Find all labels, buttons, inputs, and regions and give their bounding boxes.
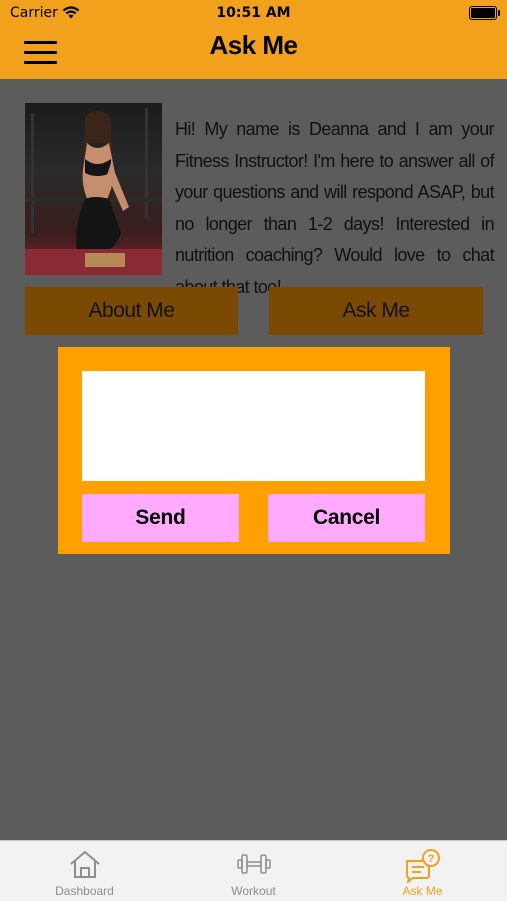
instructor-bio: Hi! My name is Deanna and I am your Fitn… xyxy=(175,119,495,297)
tab-workout[interactable]: Workout xyxy=(169,841,338,901)
about-me-button[interactable]: About Me xyxy=(25,287,238,335)
send-button[interactable]: Send xyxy=(82,494,239,542)
tab-ask-me[interactable]: ? Ask Me xyxy=(338,841,507,901)
page-title: Ask Me xyxy=(209,30,298,60)
house-icon xyxy=(68,849,102,884)
question-input[interactable] xyxy=(82,371,425,481)
clock: 10:51 AM xyxy=(216,5,291,21)
tab-label: Dashboard xyxy=(55,884,114,898)
tab-bar: Dashboard Workout ? Ask Me xyxy=(0,840,507,901)
tab-dashboard[interactable]: Dashboard xyxy=(0,841,169,901)
battery-icon xyxy=(469,6,500,20)
instructor-photo xyxy=(25,103,162,275)
ask-me-button[interactable]: Ask Me xyxy=(269,287,483,335)
status-bar: Carrier 10:51 AM xyxy=(0,5,507,25)
ask-question-dialog: Send Cancel xyxy=(58,347,450,554)
dumbbell-icon xyxy=(236,849,272,884)
chat-question-icon: ? xyxy=(404,849,442,888)
cancel-button[interactable]: Cancel xyxy=(268,494,425,542)
app-header: Carrier 10:51 AM Ask Me xyxy=(0,0,507,79)
tab-label: Workout xyxy=(231,884,276,898)
tab-label: Ask Me xyxy=(402,884,443,898)
svg-text:?: ? xyxy=(427,853,434,865)
